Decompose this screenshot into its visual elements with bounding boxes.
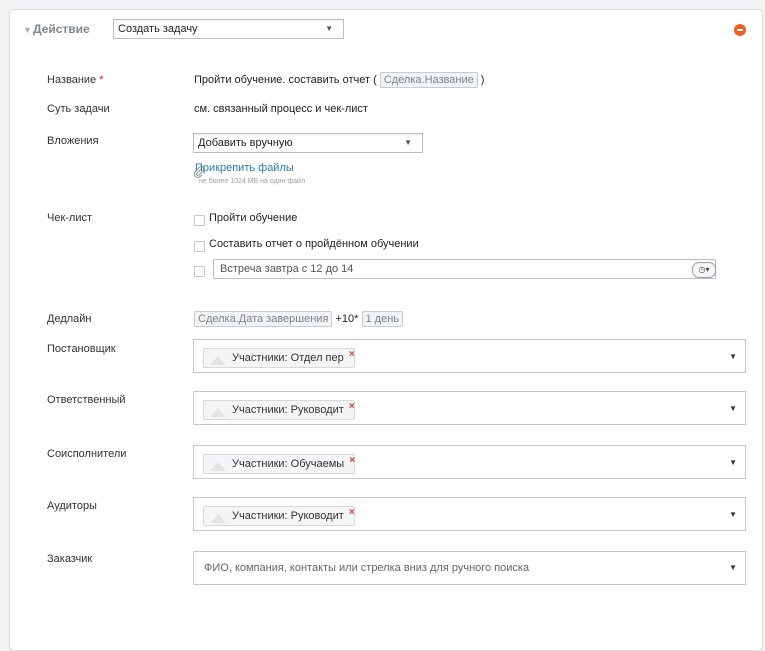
attachments-select-value: Добавить вручную <box>198 137 293 149</box>
customer-label: Заказчик <box>47 553 93 565</box>
chevron-down-icon[interactable]: ▼ <box>729 552 737 584</box>
responsible-label: Ответственный <box>47 394 126 406</box>
remove-icon[interactable]: × <box>349 504 355 522</box>
remove-icon[interactable]: × <box>349 452 355 470</box>
action-label: Действие <box>33 22 90 36</box>
title-value[interactable]: Пройти обучение. составить отчет ( Сделк… <box>194 72 484 88</box>
attach-size-hint: не более 1024 МБ на один файл <box>199 178 306 185</box>
coexecutors-chip[interactable]: Участники: Обучаемы × <box>203 452 356 474</box>
remove-icon[interactable]: × <box>349 398 355 416</box>
customer-search-input[interactable]: ФИО, компания, контакты или стрелка вниз… <box>193 551 746 585</box>
coexecutors-chip-label: Участники: Обучаемы <box>232 458 345 470</box>
checklist-checkbox-2[interactable] <box>194 241 205 252</box>
chevron-down-icon: ▼ <box>325 24 333 33</box>
title-label: Название * <box>47 74 104 86</box>
checklist-item-input[interactable]: Встреча завтра с 12 до 14 <box>213 259 716 279</box>
action-type-select[interactable]: Создать задачу ▼ <box>113 19 344 39</box>
creator-selector[interactable]: Участники: Отдел пер × ▼ <box>193 339 746 373</box>
essence-value[interactable]: см. связанный процесс и чек-лист <box>194 103 368 115</box>
remove-icon[interactable]: × <box>349 346 355 364</box>
chevron-down-icon[interactable]: ▼ <box>729 458 737 467</box>
avatar-icon <box>210 462 226 471</box>
creator-chip[interactable]: Участники: Отдел пер × <box>203 348 355 368</box>
title-suffix: ) <box>480 74 485 86</box>
minus-icon <box>737 29 743 31</box>
auditors-selector[interactable]: Участники: Руководит × ▼ <box>193 497 746 531</box>
creator-label: Постановщик <box>47 343 116 355</box>
required-mark: * <box>99 74 104 86</box>
checklist-item-input-value: Встреча завтра с 12 до 14 <box>220 263 354 275</box>
remove-action-button[interactable] <box>734 24 746 36</box>
checklist-label: Чек-лист <box>47 212 93 224</box>
auditors-chip-label: Участники: Руководит <box>232 510 344 522</box>
checklist-checkbox-1[interactable] <box>194 215 205 226</box>
clock-icon[interactable]: ◷▾ <box>692 262 716 278</box>
coexecutors-selector[interactable]: Участники: Обучаемы × ▼ <box>193 445 746 479</box>
responsible-selector[interactable]: Участники: Руководит × ▼ <box>193 391 746 425</box>
chevron-down-icon: ▼ <box>404 138 412 147</box>
auditors-label: Аудиторы <box>47 500 97 512</box>
deadline-token: Сделка.Дата завершения <box>194 311 333 327</box>
title-token: Сделка.Название <box>379 72 478 88</box>
attach-files-link[interactable]: Прикрепить файлы <box>195 162 294 174</box>
title-prefix: Пройти обучение. составить отчет ( <box>194 74 377 86</box>
avatar-icon <box>210 408 226 417</box>
attachments-select[interactable]: Добавить вручную ▼ <box>193 133 423 153</box>
chevron-down-icon[interactable]: ▼ <box>729 510 737 519</box>
auditors-chip[interactable]: Участники: Руководит × <box>203 506 355 526</box>
checklist-checkbox-3[interactable] <box>194 266 205 277</box>
responsible-chip[interactable]: Участники: Руководит × <box>203 400 355 420</box>
deadline-offset: +10* <box>335 313 359 325</box>
collapse-arrow-icon[interactable]: ▼ <box>23 25 32 35</box>
customer-placeholder: ФИО, компания, контакты или стрелка вниз… <box>204 562 530 574</box>
checklist-item-1: Пройти обучение <box>209 212 298 224</box>
chevron-down-icon[interactable]: ▼ <box>729 352 737 361</box>
avatar-icon <box>210 514 226 523</box>
essence-label: Суть задачи <box>47 103 110 115</box>
avatar-icon <box>210 356 226 365</box>
creator-chip-label: Участники: Отдел пер <box>232 352 344 364</box>
deadline-label: Дедлайн <box>47 313 92 325</box>
attachments-label: Вложения <box>47 135 99 147</box>
deadline-period: 1 день <box>361 311 404 327</box>
deadline-value[interactable]: Сделка.Дата завершения +10* 1 день <box>194 311 404 327</box>
responsible-chip-label: Участники: Руководит <box>232 404 344 416</box>
title-label-text: Название <box>47 74 97 86</box>
chevron-down-icon[interactable]: ▼ <box>729 404 737 413</box>
coexecutors-label: Соисполнители <box>47 448 127 460</box>
checklist-item-2: Составить отчет о пройдённом обучении <box>209 238 419 250</box>
action-type-value: Создать задачу <box>118 23 198 35</box>
